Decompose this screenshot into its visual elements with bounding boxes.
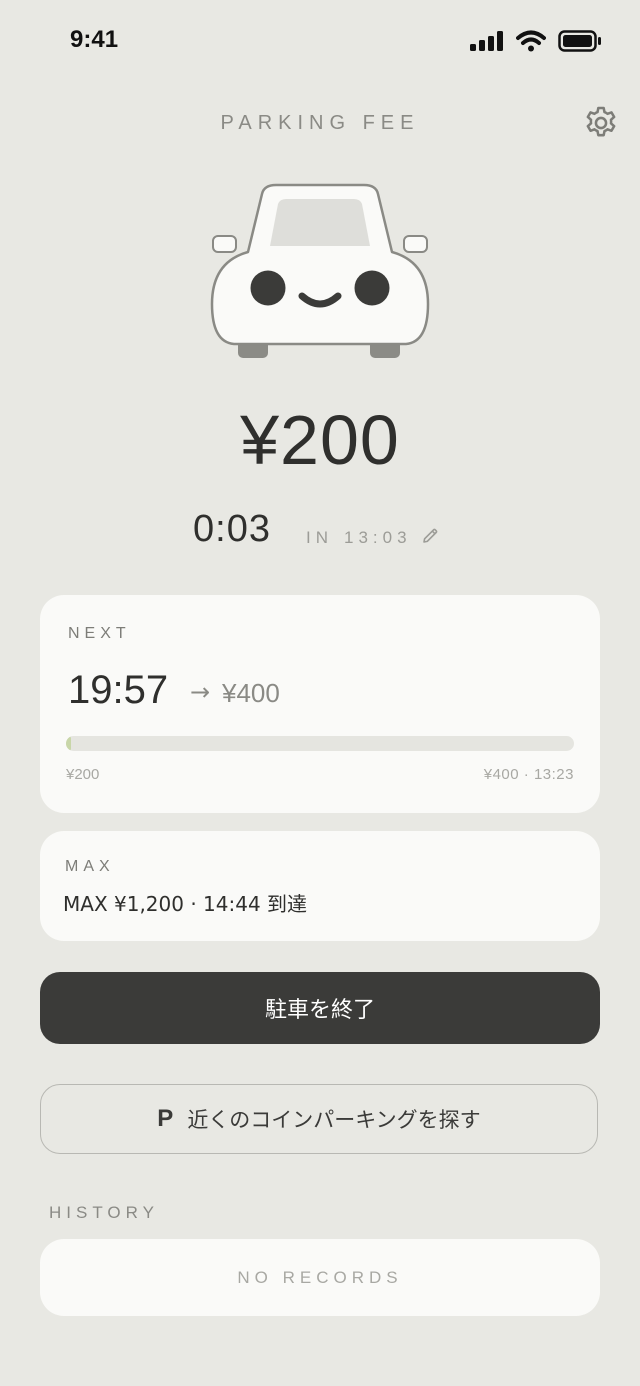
parking-icon: P [157,1105,174,1132]
end-parking-label: 駐車を終了 [264,997,375,1022]
entry-time[interactable]: 13:03 [344,528,412,548]
next-label: NEXT [68,625,131,642]
history-empty-text: NO RECORDS [237,1267,403,1287]
elapsed-time: 0:03 [193,508,271,550]
next-fee-amount: ¥400 [222,678,280,708]
next-change-time: 19:57 [68,668,169,712]
arrow-right-icon: → [190,678,211,706]
current-fee: ¥200 [240,401,400,479]
max-label: MAX [65,858,115,875]
max-fee-card: MAX [40,831,600,941]
end-parking-button[interactable]: 駐車を終了 [40,972,600,1044]
pencil-edit-icon[interactable] [421,527,439,545]
cellular-signal-icon [470,31,503,51]
progress-start-label: ¥200 [66,766,100,783]
max-fee-text: MAX ¥1,200 · 14:44 到達 [63,892,308,916]
car-illustration [210,183,430,358]
find-coin-parking-button[interactable]: P 近くのコインパーキングを探す [40,1084,598,1154]
battery-icon [558,30,601,52]
history-heading: HISTORY [49,1203,159,1222]
entry-time-label: IN [306,528,333,547]
gear-icon[interactable] [582,104,620,142]
progress-end-label: ¥400 · 13:23 [483,766,574,783]
page-title: PARKING FEE [220,112,420,134]
status-time: 9:41 [70,26,119,53]
wifi-icon [516,30,546,52]
find-coin-parking-label: 近くのコインパーキングを探す [187,1109,481,1132]
status-icons [470,30,602,52]
fee-progress-bar [66,736,574,751]
history-list: NO RECORDS [40,1239,600,1316]
